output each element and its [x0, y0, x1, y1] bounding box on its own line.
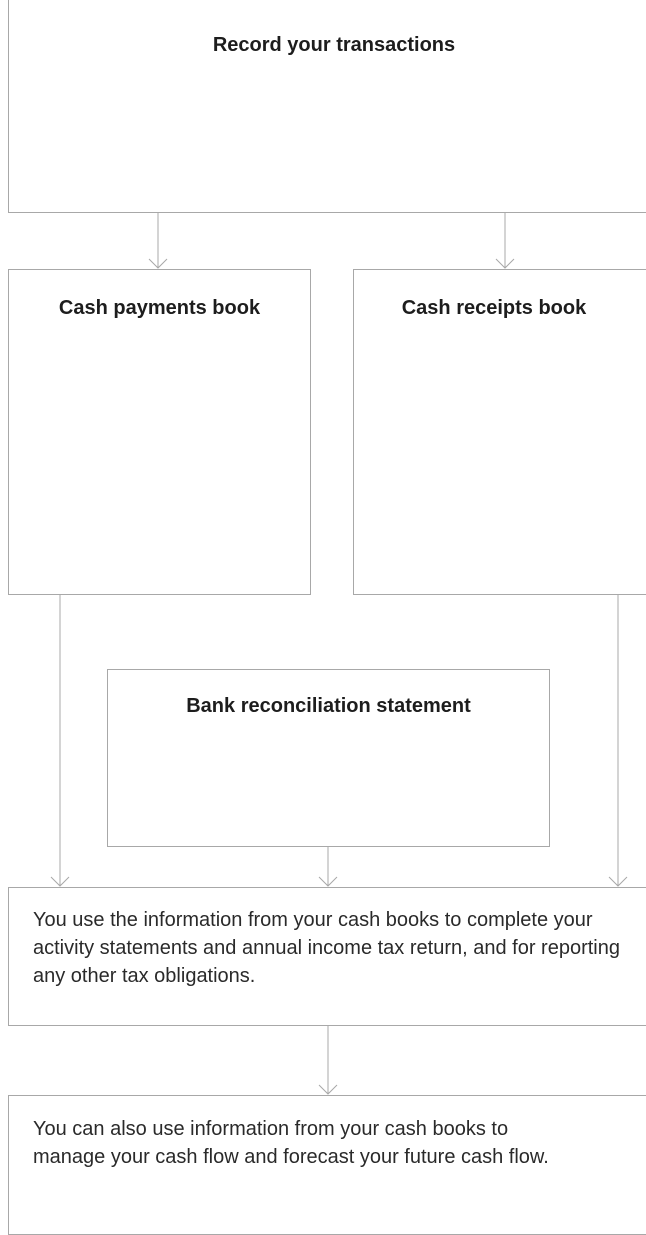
arrow-tax-to-cashflow: [318, 1026, 338, 1095]
cash-flow-box: You can also use information from your c…: [8, 1095, 646, 1235]
record-transactions-title: Record your transactions: [212, 34, 456, 56]
arrow-bank-to-tax: [318, 847, 338, 887]
cash-flow-text: You can also use information from your c…: [33, 1118, 549, 1168]
tax-reporting-box: You use the information from your cash b…: [8, 887, 646, 1026]
arrow-record-to-receipts: [495, 213, 515, 269]
bank-reconciliation-title: Bank reconciliation statement: [186, 695, 471, 717]
cash-receipts-book-title: Cash receipts book: [401, 297, 587, 319]
arrow-record-to-payments: [148, 213, 168, 269]
cash-receipts-book-box: Cash receipts book: [353, 269, 646, 595]
tax-reporting-text: You use the information from your cash b…: [33, 909, 620, 987]
arrow-payments-to-tax: [50, 595, 70, 887]
arrow-receipts-to-tax: [608, 595, 628, 887]
cash-payments-book-box: Cash payments book: [8, 269, 311, 595]
cash-payments-book-title: Cash payments book: [58, 297, 261, 319]
bank-reconciliation-box: Bank reconciliation statement: [107, 669, 550, 847]
record-transactions-box: Record your transactions: [8, 0, 646, 213]
